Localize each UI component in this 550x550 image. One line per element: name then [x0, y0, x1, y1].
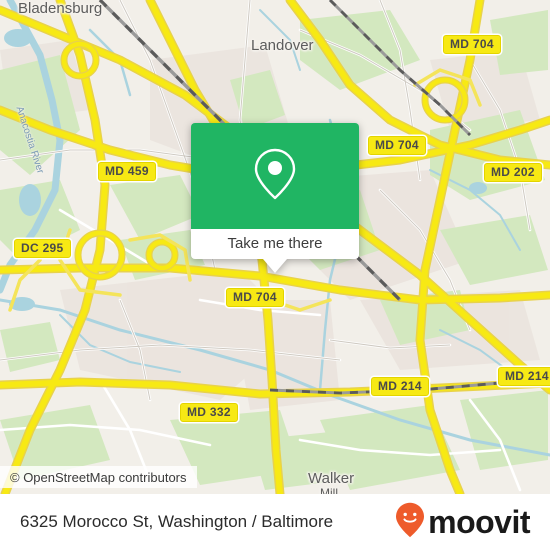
moovit-wordmark: moovit: [428, 504, 530, 540]
map-pin-icon: [251, 146, 299, 207]
bottom-bar: 6325 Morocco St, Washington / Baltimore …: [0, 494, 550, 550]
route-shield: MD 459: [98, 162, 156, 181]
moovit-smiley-pin-icon: [395, 502, 425, 543]
take-me-there-button[interactable]: Take me there: [191, 229, 359, 259]
attribution-text: © OpenStreetMap contributors: [10, 469, 187, 485]
route-shield: MD 704: [368, 136, 426, 155]
moovit-logo[interactable]: moovit: [395, 502, 530, 543]
route-shield: MD 332: [180, 403, 238, 422]
destination-popup[interactable]: Take me there: [191, 123, 359, 273]
map-attribution[interactable]: © OpenStreetMap contributors: [0, 466, 197, 488]
route-shield: MD 202: [484, 163, 542, 182]
route-shield: MD 704: [226, 288, 284, 307]
popup-header: [191, 123, 359, 229]
moovit-map-screen: Bladensburg Landover Walker Mill Anacost…: [0, 0, 550, 550]
route-shield: MD 214: [371, 377, 429, 396]
popup-pointer: [263, 259, 287, 273]
route-shield: DC 295: [14, 239, 71, 258]
route-shield: MD 214: [498, 367, 550, 386]
location-title: 6325 Morocco St, Washington / Baltimore: [20, 512, 334, 531]
take-me-there-label: Take me there: [227, 235, 323, 252]
map-canvas[interactable]: Bladensburg Landover Walker Mill Anacost…: [0, 0, 550, 494]
route-shield: MD 704: [443, 35, 501, 54]
